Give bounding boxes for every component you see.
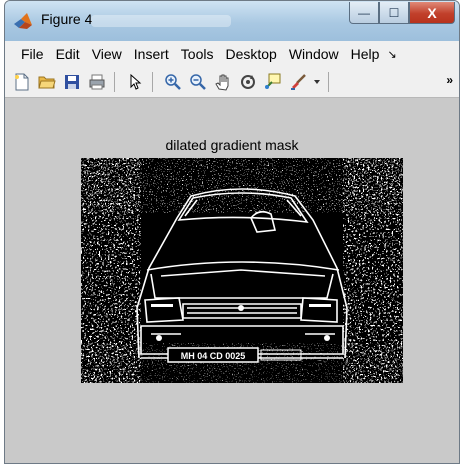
new-figure-button[interactable] bbox=[11, 71, 33, 93]
printer-icon bbox=[89, 74, 105, 90]
zoom-out-button[interactable] bbox=[187, 71, 209, 93]
toolbar-separator bbox=[114, 72, 115, 92]
window-controls: — ☐ X bbox=[349, 2, 455, 24]
menu-overflow-icon[interactable]: ↘ bbox=[387, 48, 396, 61]
close-button[interactable]: X bbox=[409, 2, 455, 24]
menu-bar: File Edit View Insert Tools Desktop Wind… bbox=[5, 41, 459, 67]
zoom-in-button[interactable] bbox=[162, 71, 184, 93]
minimize-button[interactable]: — bbox=[349, 2, 379, 24]
window-title: Figure 4 bbox=[41, 11, 93, 27]
arrow-cursor-icon bbox=[130, 73, 142, 90]
new-file-icon bbox=[15, 73, 29, 91]
plot-title: dilated gradient mask bbox=[165, 137, 299, 153]
toolbar-separator bbox=[328, 72, 329, 92]
toolbar: » bbox=[5, 67, 459, 98]
edit-plot-button[interactable] bbox=[124, 71, 146, 93]
image-axes[interactable]: MH 04 CD 0025 bbox=[81, 158, 403, 383]
figure-window: Figure 4 — ☐ X File Edit View Insert Too… bbox=[4, 0, 460, 464]
rotate-icon bbox=[241, 75, 255, 89]
rotate-3d-button[interactable] bbox=[237, 71, 259, 93]
print-figure-button[interactable] bbox=[86, 71, 108, 93]
open-file-button[interactable] bbox=[36, 71, 58, 93]
brush-icon bbox=[291, 74, 306, 90]
data-cursor-icon bbox=[265, 73, 281, 89]
matlab-icon bbox=[14, 13, 32, 29]
title-ghost bbox=[91, 15, 231, 27]
plate-text: MH 04 CD 0025 bbox=[181, 351, 246, 361]
save-disk-icon bbox=[65, 75, 79, 89]
pan-button[interactable] bbox=[212, 71, 234, 93]
minimize-icon: — bbox=[358, 5, 370, 20]
menu-help[interactable]: Help bbox=[345, 46, 386, 62]
dropdown-arrow-icon bbox=[314, 80, 320, 84]
brush-dropdown-button[interactable] bbox=[312, 71, 322, 93]
maximize-icon: ☐ bbox=[388, 5, 400, 20]
save-figure-button[interactable] bbox=[61, 71, 83, 93]
toolbar-separator bbox=[152, 72, 153, 92]
close-icon: X bbox=[427, 4, 437, 21]
toolbar-overflow-button[interactable]: » bbox=[446, 73, 453, 87]
brush-button[interactable] bbox=[287, 71, 309, 93]
menu-tools[interactable]: Tools bbox=[175, 46, 220, 62]
zoom-out-icon bbox=[190, 74, 206, 90]
open-folder-icon bbox=[38, 76, 56, 89]
menu-insert[interactable]: Insert bbox=[128, 46, 175, 62]
title-bar[interactable]: Figure 4 — ☐ X bbox=[5, 1, 459, 41]
menu-desktop[interactable]: Desktop bbox=[219, 46, 282, 62]
menu-file[interactable]: File bbox=[15, 46, 50, 62]
maximize-button[interactable]: ☐ bbox=[379, 2, 409, 24]
pan-hand-icon bbox=[215, 74, 229, 91]
dilated-gradient-mask-image: MH 04 CD 0025 bbox=[81, 158, 403, 383]
menu-view[interactable]: View bbox=[86, 46, 128, 62]
zoom-in-icon bbox=[165, 74, 181, 90]
menu-window[interactable]: Window bbox=[283, 46, 345, 62]
menu-edit[interactable]: Edit bbox=[50, 46, 86, 62]
data-cursor-button[interactable] bbox=[262, 71, 284, 93]
